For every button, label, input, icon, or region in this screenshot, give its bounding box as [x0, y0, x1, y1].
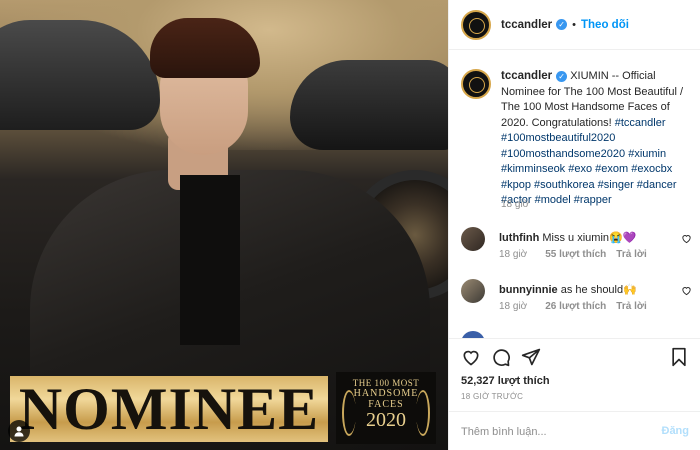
post-image[interactable]: NOMINEE THE 100 MOST HANDSOME FACES 2020 — [0, 0, 448, 450]
follow-button[interactable]: Theo dõi — [581, 19, 629, 31]
like-count[interactable]: 52,327 lượt thích — [461, 375, 550, 387]
comment-avatar[interactable] — [461, 227, 485, 251]
verified-badge-icon: ✓ — [556, 19, 568, 30]
caption-username[interactable]: tccandler — [501, 70, 552, 82]
hashtag[interactable]: #kpop — [501, 179, 531, 191]
most-handsome-faces-badge: THE 100 MOST HANDSOME FACES 2020 — [336, 372, 436, 444]
comment-text: Miss u xiumin😭💜 — [542, 232, 637, 244]
motorcycle-seat — [290, 60, 448, 150]
share-paper-plane-icon[interactable] — [521, 347, 541, 367]
hashtag[interactable]: #xiumin — [628, 148, 666, 160]
header-username[interactable]: tccandler — [501, 19, 552, 31]
hashtag[interactable]: #exom — [595, 163, 628, 175]
comment-avatar[interactable] — [461, 279, 485, 303]
comment-time: 18 giờ — [499, 249, 528, 260]
comment-like-heart-icon[interactable] — [681, 285, 692, 296]
comment-text: as he should🙌 — [560, 284, 637, 296]
comment-input[interactable] — [461, 422, 641, 442]
comment-likes[interactable]: 55 lượt thích — [545, 249, 606, 260]
laurel-right-icon — [416, 390, 430, 436]
nominee-banner: NOMINEE — [10, 376, 328, 442]
comment-bubble-icon[interactable] — [491, 347, 511, 367]
comment-username[interactable]: bunnyinnie — [499, 284, 558, 296]
caption-time: 18 giờ — [501, 199, 530, 210]
comment-text-line: luthfinh Miss u xiumin😭💜 — [499, 231, 636, 244]
nominee-text: NOMINEE — [18, 376, 320, 442]
comment-avatar[interactable] — [461, 331, 485, 338]
comment-username[interactable]: luthfinh — [499, 232, 539, 244]
caption-avatar[interactable] — [461, 69, 491, 99]
verified-badge-icon: ✓ — [556, 71, 568, 82]
separator-dot: • — [572, 18, 576, 31]
hashtag[interactable]: #exocbx — [631, 163, 672, 175]
reply-button[interactable]: Trả lời — [616, 301, 646, 312]
hashtag[interactable]: #rapper — [574, 194, 612, 206]
action-icons-row — [461, 347, 691, 369]
post-actions: 52,327 lượt thích 18 GIỜ TRƯỚC Đăng — [449, 338, 700, 450]
comment-box: Đăng — [449, 411, 700, 450]
hashtag[interactable]: #model — [535, 194, 571, 206]
laurel-left-icon — [342, 390, 356, 436]
like-heart-icon[interactable] — [461, 347, 481, 367]
post-sidebar: tccandler ✓ • Theo dõi tccandler ✓ XIUMIN… — [448, 0, 700, 450]
caption-text-block: tccandler ✓ XIUMIN -- Official Nominee fo… — [501, 69, 695, 209]
comment-meta: 18 giờ 55 lượt thích Trả lời — [499, 249, 647, 260]
comment-likes[interactable]: 26 lượt thích — [545, 301, 606, 312]
post-time-ago: 18 GIỜ TRƯỚC — [461, 392, 524, 401]
hashtag[interactable]: #tccandler — [615, 117, 666, 129]
hashtag[interactable]: #100mostbeautiful2020 — [501, 132, 615, 144]
save-bookmark-icon[interactable] — [669, 347, 689, 367]
comments-scroll-area[interactable]: tccandler ✓ XIUMIN -- Official Nominee fo… — [449, 51, 700, 338]
caption: tccandler ✓ XIUMIN -- Official Nominee fo… — [461, 69, 695, 209]
person-shirt — [180, 175, 240, 345]
avatar[interactable] — [461, 9, 491, 40]
reply-button[interactable]: Trả lời — [616, 249, 646, 260]
comment-time: 18 giờ — [499, 301, 528, 312]
post-header: tccandler ✓ • Theo dõi — [449, 0, 700, 50]
badge-line1: THE 100 MOST — [352, 378, 420, 388]
person-icon — [14, 426, 24, 437]
hashtag[interactable]: #100mosthandsome2020 — [501, 148, 625, 160]
post-comment-button[interactable]: Đăng — [662, 425, 690, 437]
hashtag[interactable]: #kimminseok — [501, 163, 565, 175]
comment-like-heart-icon[interactable] — [681, 233, 692, 244]
hashtag[interactable]: #southkorea — [534, 179, 595, 191]
user-tag-button[interactable] — [8, 420, 30, 442]
hashtag[interactable]: #singer — [598, 179, 634, 191]
hashtag[interactable]: #dancer — [637, 179, 677, 191]
hashtag[interactable]: #exo — [568, 163, 592, 175]
comment-meta: 18 giờ 26 lượt thích Trả lời — [499, 301, 647, 312]
comment-text-line: bunnyinnie as he should🙌 — [499, 283, 637, 296]
